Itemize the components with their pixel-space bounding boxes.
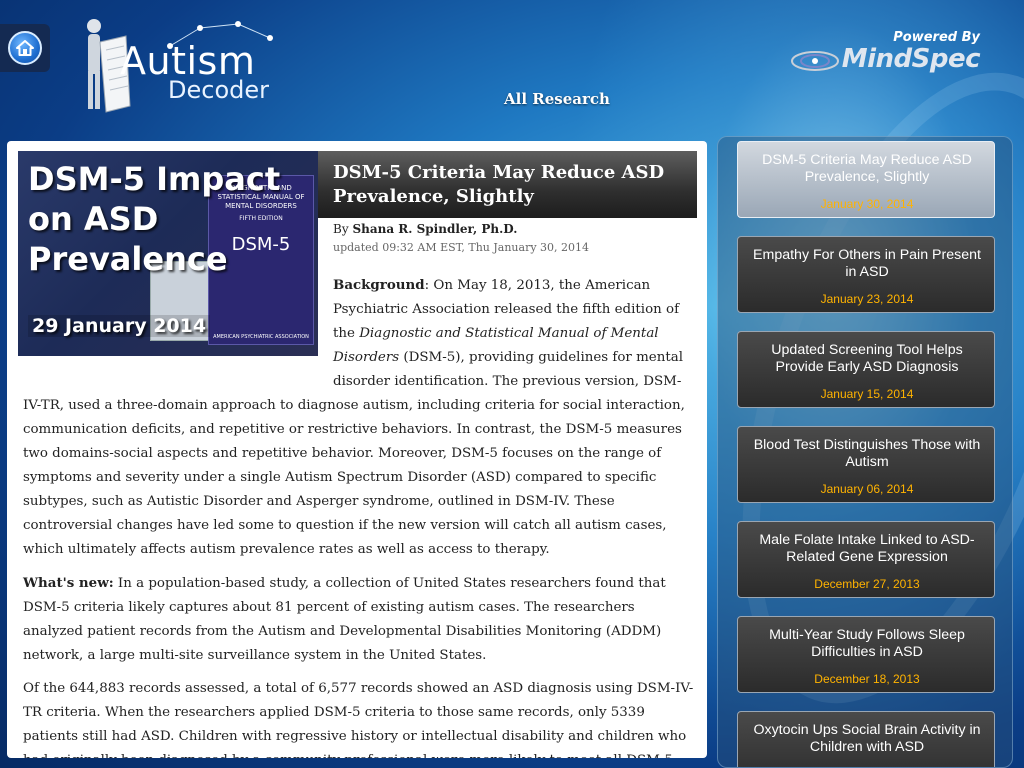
article-byline: By Shana R. Spindler, Ph.D. xyxy=(333,222,517,236)
research-item[interactable]: DSM-5 Criteria May Reduce ASD Prevalence… xyxy=(737,141,995,218)
home-icon xyxy=(8,31,42,65)
research-item-title: Updated Screening Tool Helps Provide Ear… xyxy=(771,342,963,375)
article-title: DSM-5 Criteria May Reduce ASD Prevalence… xyxy=(333,162,665,207)
article-title-bar: DSM-5 Criteria May Reduce ASD Prevalence… xyxy=(318,151,697,218)
research-item[interactable]: Blood Test Distinguishes Those with Auti… xyxy=(737,426,995,503)
mindspec-logo: MindSpec xyxy=(790,44,981,74)
hero-line-1: DSM-5 Impact xyxy=(28,160,281,198)
background-text-b: (DSM-5), providing guidelines for mental… xyxy=(23,350,685,557)
article-updated: updated 09:32 AM EST, Thu January 30, 20… xyxy=(333,241,590,254)
research-item-date: January 15, 2014 xyxy=(820,387,914,401)
research-item-title: Oxytocin Ups Social Brain Activity in Ch… xyxy=(753,722,981,755)
research-item-title: Empathy For Others in Pain Present in AS… xyxy=(753,247,981,280)
hero-line-2: on ASD xyxy=(28,200,159,238)
research-item-date: December 27, 2013 xyxy=(814,577,920,591)
whats-new-text: In a population-based study, a collectio… xyxy=(23,576,666,663)
article-panel: DIAGNOSTIC AND STATISTICAL MANUAL OF MEN… xyxy=(7,141,707,758)
all-research-link[interactable]: All Research xyxy=(504,90,610,108)
hero-line-3: Prevalence xyxy=(28,240,228,278)
book-edition: FIFTH EDITION xyxy=(239,215,283,222)
research-item[interactable]: Oxytocin Ups Social Brain Activity in Ch… xyxy=(737,711,995,767)
byline-prefix: By xyxy=(333,222,349,236)
logo-subtitle: Decoder xyxy=(168,76,269,104)
research-item-title: Multi-Year Study Follows Sleep Difficult… xyxy=(769,627,965,660)
mindspec-mark-icon xyxy=(790,51,839,71)
research-sidebar: DSM-5 Criteria May Reduce ASD Prevalence… xyxy=(717,136,1013,768)
autism-decoder-logo: Autism Decoder xyxy=(80,16,300,126)
logo-title: Autism xyxy=(120,39,256,83)
research-item-title: DSM-5 Criteria May Reduce ASD Prevalence… xyxy=(762,152,972,185)
powered-by-label: Powered By xyxy=(893,30,980,45)
research-item-title: Blood Test Distinguishes Those with Auti… xyxy=(753,437,981,470)
research-item[interactable]: Updated Screening Tool Helps Provide Ear… xyxy=(737,331,995,408)
research-item[interactable]: Empathy For Others in Pain Present in AS… xyxy=(737,236,995,313)
research-item-date: January 23, 2014 xyxy=(820,292,914,306)
research-item-date: January 06, 2014 xyxy=(820,482,914,496)
research-item[interactable]: Male Folate Intake Linked to ASD-Related… xyxy=(737,521,995,598)
whats-new-label: What's new: xyxy=(23,575,114,591)
research-item-date: January 30, 2014 xyxy=(820,197,914,211)
research-item-title: Male Folate Intake Linked to ASD-Related… xyxy=(759,532,975,565)
paragraph-records: Of the 644,883 records assessed, a total… xyxy=(23,681,694,758)
article-author: Shana R. Spindler, Ph.D. xyxy=(352,222,518,236)
background-label: Background xyxy=(333,277,425,293)
article-body: Background: On May 18, 2013, the America… xyxy=(23,273,695,758)
research-item-date: December 18, 2013 xyxy=(814,672,920,686)
research-item[interactable]: Multi-Year Study Follows Sleep Difficult… xyxy=(737,616,995,693)
image-wrap-spacer xyxy=(23,273,333,371)
home-button[interactable] xyxy=(0,24,50,72)
paragraph-whats-new: What's new: In a population-based study,… xyxy=(23,571,695,668)
brand-name: MindSpec xyxy=(841,44,981,74)
